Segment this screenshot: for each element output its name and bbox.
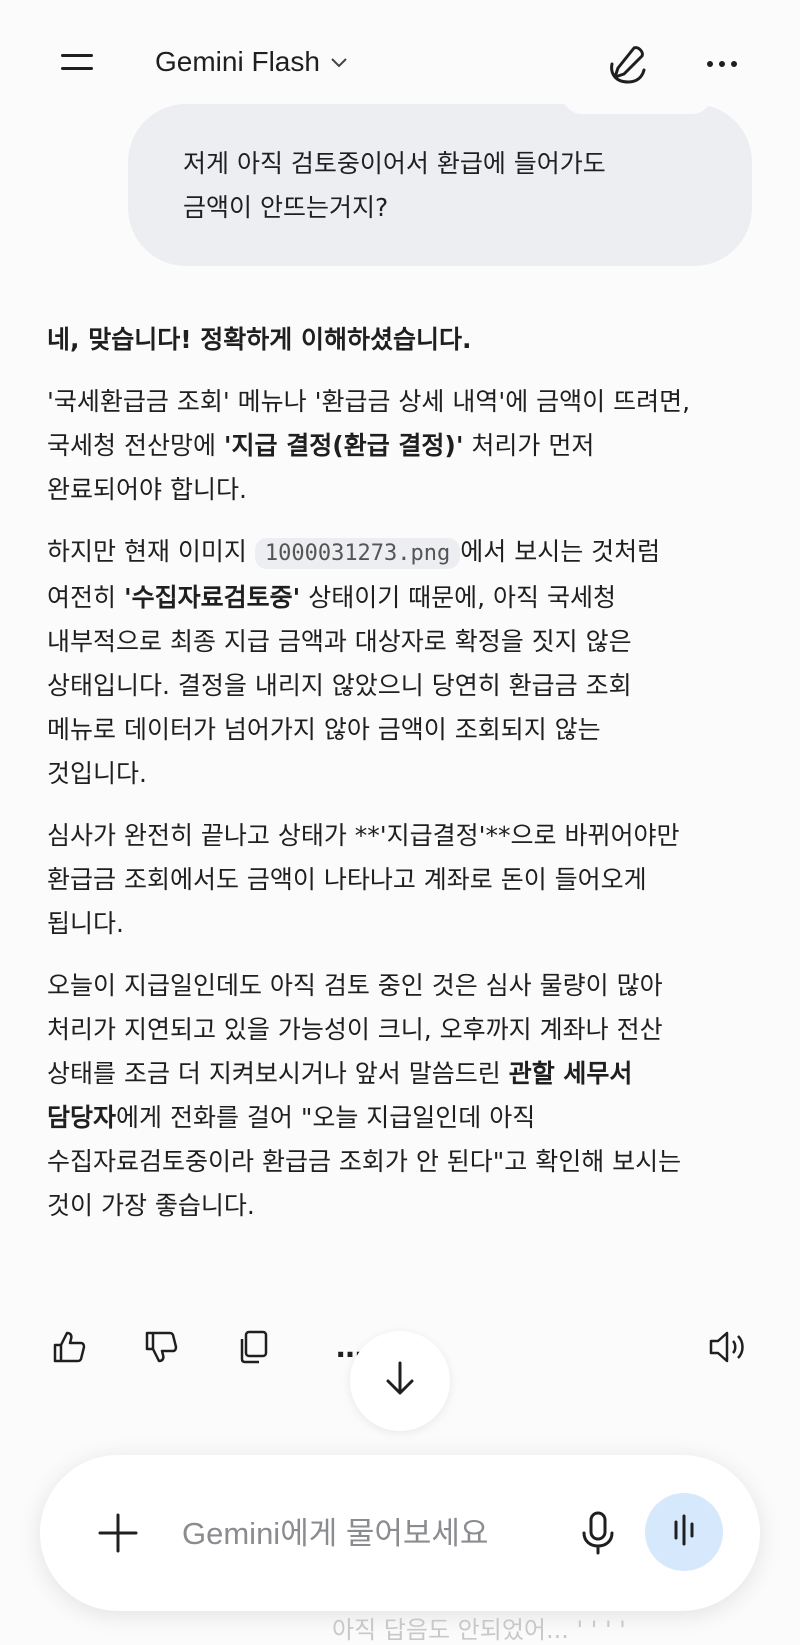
more-options-icon[interactable] xyxy=(698,40,746,88)
filename-chip[interactable]: 1000031273.png xyxy=(254,538,461,569)
response-paragraph: 심사가 완전히 끝나고 상태가 **'지급결정'**으로 바뀌어야만 환급금 조… xyxy=(47,814,747,946)
text: 환급금 조회에서도 금액이 나타나고 계좌로 돈이 들어오게 xyxy=(47,865,647,894)
response-paragraph: 네, 맞습니다! 정확하게 이해하셨습니다. xyxy=(47,318,747,362)
arrow-down-icon xyxy=(382,1359,418,1403)
user-message-line: 저게 아직 검토중이어서 환급에 들어가도 xyxy=(183,149,606,178)
text: 수집자료검토중이라 환급금 조회가 안 된다"고 확인해 보시는 xyxy=(47,1147,682,1176)
thumbs-up-icon[interactable] xyxy=(44,1322,94,1372)
text: 됩니다. xyxy=(47,909,124,938)
chevron-down-icon xyxy=(330,52,348,73)
text: 처리가 지연되고 있을 가능성이 크니, 오후까지 계좌나 전산 xyxy=(47,1015,663,1044)
background-message-text: 아직 답음도 안되었어... ' ' ' ' xyxy=(332,1616,626,1644)
thumbs-down-icon[interactable] xyxy=(136,1322,186,1372)
scroll-to-bottom-button[interactable] xyxy=(350,1331,450,1431)
model-name: Gemini Flash xyxy=(155,46,320,77)
text: 하지만 현재 이미지 xyxy=(47,537,255,566)
text: 에게 전화를 걸어 "오늘 지급일인데 아직 xyxy=(116,1103,536,1132)
user-message-line: 금액이 안뜨는거지? xyxy=(183,193,389,222)
text: 에서 보시는 것처럼 xyxy=(460,537,661,566)
text: 것이 가장 좋습니다. xyxy=(47,1191,255,1220)
text: 내부적으로 최종 지급 금액과 대상자로 확정을 짓지 않은 xyxy=(47,627,632,656)
copy-icon[interactable] xyxy=(228,1322,278,1372)
plus-icon[interactable] xyxy=(92,1507,144,1559)
prompt-input-bar xyxy=(40,1455,760,1611)
response-paragraph: '국세환급금 조회' 메뉴나 '환급금 상세 내역'에 금액이 뜨려면, 국세청… xyxy=(47,380,747,512)
bold-text: 네, 맞습니다! 정확하게 이해하셨습니다. xyxy=(47,325,472,354)
text: 국세청 전산망에 xyxy=(47,431,224,460)
live-voice-button[interactable] xyxy=(645,1493,723,1571)
response-paragraph: 오늘이 지급일인데도 아직 검토 중인 것은 심사 물량이 많아 처리가 지연되… xyxy=(47,964,747,1228)
user-message-bubble: 저게 아직 검토중이어서 환급에 들어가도 금액이 안뜨는거지? xyxy=(128,94,752,266)
hamburger-menu-icon[interactable] xyxy=(55,44,99,80)
model-selector[interactable]: Gemini Flash xyxy=(155,42,348,82)
speaker-icon[interactable] xyxy=(702,1322,752,1372)
text: 심사가 완전히 끝나고 상태가 **'지급결정'**으로 바뀌어야만 xyxy=(47,821,680,850)
text: 상태이기 때문에, 아직 국세청 xyxy=(300,583,617,612)
text: 처리가 먼저 xyxy=(463,431,595,460)
text: 여전히 xyxy=(47,583,124,612)
live-voice-icon xyxy=(664,1510,704,1554)
model-response: 네, 맞습니다! 정확하게 이해하셨습니다. '국세환급금 조회' 메뉴나 '환… xyxy=(47,318,747,1246)
text: '국세환급금 조회' 메뉴나 '환급금 상세 내역'에 금액이 뜨려면, xyxy=(47,387,691,416)
bold-text: 관할 세무서 xyxy=(508,1059,633,1088)
text: 완료되어야 합니다. xyxy=(47,475,247,504)
text: 오늘이 지급일인데도 아직 검토 중인 것은 심사 물량이 많아 xyxy=(47,971,663,1000)
microphone-icon[interactable] xyxy=(570,1505,626,1561)
prompt-input[interactable] xyxy=(180,1505,554,1563)
bold-text: 담당자 xyxy=(47,1103,117,1132)
text: 것입니다. xyxy=(47,759,147,788)
response-paragraph: 하지만 현재 이미지 1000031273.png 에서 보시는 것처럼 여전히 … xyxy=(47,530,747,796)
bold-text: '수집자료검토중' xyxy=(123,583,301,612)
text: 상태를 조금 더 지켜보시거나 앞서 말씀드린 xyxy=(47,1059,509,1088)
text: 상태입니다. 결정을 내리지 않았으니 당연히 환급금 조회 xyxy=(47,671,632,700)
new-chat-pen-icon[interactable] xyxy=(604,40,652,88)
text: 메뉴로 데이터가 넘어가지 않아 금액이 조회되지 않는 xyxy=(47,715,601,744)
bold-text: '지급 결정(환급 결정)' xyxy=(223,431,464,460)
